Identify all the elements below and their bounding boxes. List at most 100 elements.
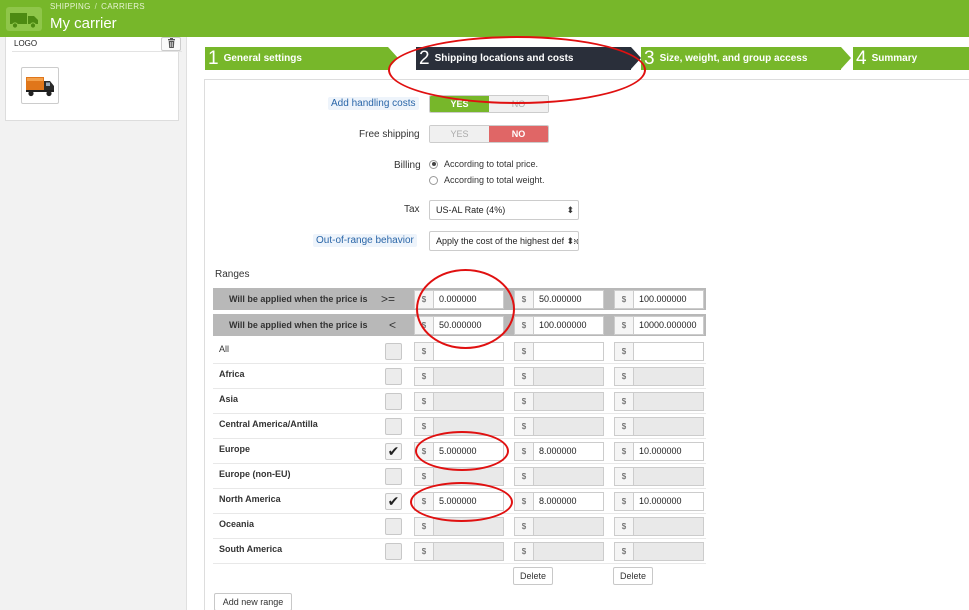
zone-price-value[interactable]: 10.000000 (633, 492, 704, 511)
zone-price-input[interactable]: $10.000000 (614, 492, 704, 511)
zone-checkbox[interactable] (385, 518, 402, 535)
breadcrumb-carriers[interactable]: CARRIERS (101, 2, 145, 11)
zone-price-value[interactable] (533, 342, 604, 361)
zone-checkbox[interactable] (385, 368, 402, 385)
zone-price-input[interactable]: $ (414, 517, 504, 536)
zone-price-input[interactable]: $5.000000 (414, 442, 504, 461)
zone-price-input[interactable]: $ (514, 392, 604, 411)
zone-price-input[interactable]: $ (614, 417, 704, 436)
zone-price-value[interactable]: 8.000000 (533, 442, 604, 461)
free-shipping-yes-option[interactable]: YES (430, 126, 489, 142)
step-size-weight[interactable]: 3 Size, weight, and group access (641, 47, 841, 70)
zone-price-input[interactable]: $ (614, 517, 704, 536)
zone-price-input[interactable]: $ (414, 342, 504, 361)
zone-checkbox[interactable]: ✔ (385, 443, 402, 460)
zone-checkbox[interactable]: ✔ (385, 493, 402, 510)
zone-price-input[interactable]: $8.000000 (514, 442, 604, 461)
zone-price-input[interactable]: $ (414, 392, 504, 411)
free-shipping-no-option[interactable]: NO (489, 126, 548, 142)
zone-price-value[interactable] (433, 367, 504, 386)
zone-price-input[interactable]: $ (614, 542, 704, 561)
step-summary[interactable]: 4 Summary (853, 47, 969, 70)
zone-price-value[interactable] (433, 467, 504, 486)
zone-checkbox[interactable] (385, 543, 402, 560)
zone-checkbox[interactable] (385, 343, 402, 360)
zone-price-value[interactable]: 8.000000 (533, 492, 604, 511)
delete-logo-button[interactable] (161, 37, 181, 51)
range-lower-bound-input[interactable]: $100.000000 (614, 290, 704, 309)
zone-price-input[interactable]: $8.000000 (514, 492, 604, 511)
range-bound-value[interactable]: 100.000000 (533, 316, 604, 335)
zone-price-value[interactable] (633, 517, 704, 536)
zone-price-input[interactable]: $ (414, 367, 504, 386)
zone-price-value[interactable] (433, 342, 504, 361)
zone-price-input[interactable]: $ (514, 417, 604, 436)
zone-price-input[interactable]: $ (514, 517, 604, 536)
zone-price-value[interactable] (533, 392, 604, 411)
zone-price-input[interactable]: $ (514, 467, 604, 486)
range-upper-bound-input[interactable]: $50.000000 (414, 316, 504, 335)
radio-button[interactable] (429, 159, 438, 169)
zone-price-value[interactable] (433, 517, 504, 536)
zone-price-input[interactable]: $5.000000 (414, 492, 504, 511)
zone-price-value[interactable] (633, 392, 704, 411)
zone-price-input[interactable]: $ (414, 542, 504, 561)
out-of-range-select[interactable]: Apply the cost of the highest defined ra… (429, 231, 579, 251)
zone-price-value[interactable] (533, 467, 604, 486)
zone-price-value[interactable] (433, 417, 504, 436)
radio-button[interactable] (429, 175, 438, 185)
free-shipping-toggle[interactable]: YES NO (429, 125, 549, 143)
range-bound-value[interactable]: 10000.000000 (633, 316, 704, 335)
zone-price-value[interactable] (433, 542, 504, 561)
breadcrumb-shipping[interactable]: SHIPPING (50, 2, 91, 11)
zone-price-input[interactable]: $ (414, 467, 504, 486)
zone-checkbox[interactable] (385, 393, 402, 410)
zone-price-value[interactable]: 5.000000 (433, 442, 504, 461)
range-lower-bound-input[interactable]: $0.000000 (414, 290, 504, 309)
zone-price-value[interactable] (633, 342, 704, 361)
range-bound-value[interactable]: 50.000000 (433, 316, 504, 335)
billing-option-weight[interactable]: According to total weight. (429, 175, 545, 185)
zone-price-input[interactable]: $ (514, 342, 604, 361)
zone-checkbox[interactable] (385, 468, 402, 485)
range-upper-bound-input[interactable]: $100.000000 (514, 316, 604, 335)
zone-price-value[interactable] (533, 542, 604, 561)
range-bound-value[interactable]: 100.000000 (633, 290, 704, 309)
handling-yes-option[interactable]: YES (430, 96, 489, 112)
zone-price-input[interactable]: $ (514, 542, 604, 561)
zone-price-value[interactable] (533, 367, 604, 386)
range-bound-value[interactable]: 0.000000 (433, 290, 504, 309)
step-shipping-locations[interactable]: 2 Shipping locations and costs (416, 47, 631, 70)
currency-symbol: $ (414, 517, 433, 536)
zone-price-input[interactable]: $ (614, 467, 704, 486)
zone-price-value[interactable] (633, 367, 704, 386)
zone-price-value[interactable] (633, 467, 704, 486)
zone-price-value[interactable] (533, 517, 604, 536)
zone-price-value[interactable] (633, 542, 704, 561)
add-new-range-button[interactable]: Add new range (214, 593, 292, 610)
zone-price-input[interactable]: $ (614, 367, 704, 386)
handling-no-option[interactable]: NO (489, 96, 548, 112)
step-general-settings[interactable]: 1 General settings (205, 47, 388, 70)
zone-checkbox[interactable] (385, 418, 402, 435)
zone-price-value[interactable] (633, 417, 704, 436)
delete-range-button[interactable]: Delete (613, 567, 653, 585)
delete-range-button[interactable]: Delete (513, 567, 553, 585)
range-upper-bound-input[interactable]: $10000.000000 (614, 316, 704, 335)
range-bound-value[interactable]: 50.000000 (533, 290, 604, 309)
zone-price-value[interactable]: 5.000000 (433, 492, 504, 511)
zone-price-input[interactable]: $10.000000 (614, 442, 704, 461)
zone-price-input[interactable]: $ (414, 417, 504, 436)
zone-price-value[interactable] (433, 392, 504, 411)
tax-select[interactable]: US-AL Rate (4%) ⬍ (429, 200, 579, 220)
tax-select-value: US-AL Rate (4%) (436, 205, 506, 215)
zone-price-value[interactable] (533, 417, 604, 436)
range-lower-bound-input[interactable]: $50.000000 (514, 290, 604, 309)
zone-price-input[interactable]: $ (614, 342, 704, 361)
billing-option-price[interactable]: According to total price. (429, 159, 538, 169)
left-sidebar (0, 37, 187, 610)
zone-price-input[interactable]: $ (514, 367, 604, 386)
handling-costs-toggle[interactable]: YES NO (429, 95, 549, 113)
zone-price-input[interactable]: $ (614, 392, 704, 411)
zone-price-value[interactable]: 10.000000 (633, 442, 704, 461)
